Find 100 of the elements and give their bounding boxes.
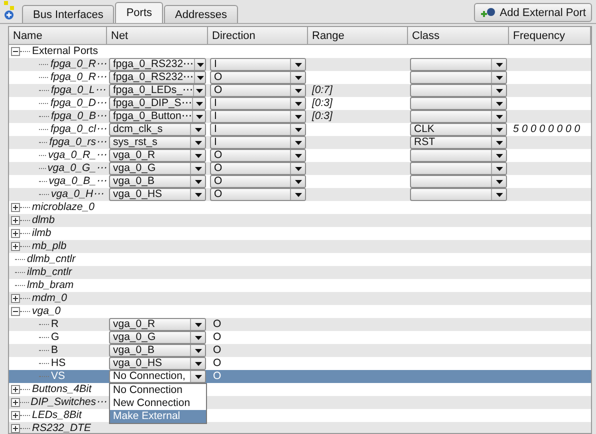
direction-dropdown[interactable]: I xyxy=(210,123,306,136)
class-dropdown[interactable] xyxy=(410,175,507,188)
direction-dropdown[interactable]: O xyxy=(210,188,306,201)
class-dropdown[interactable] xyxy=(410,110,507,123)
net-dropdown[interactable]: vga_0_R xyxy=(109,318,206,331)
dropdown-arrow-icon xyxy=(194,348,202,352)
class-dropdown[interactable] xyxy=(410,162,507,175)
tree-item-label: fpga_0_rs⋯ xyxy=(49,136,107,149)
net-dropdown[interactable]: vga_0_HS xyxy=(109,357,206,370)
dropdown-arrow-icon xyxy=(196,88,204,92)
dropdown-arrow-icon xyxy=(194,322,202,326)
direction-dropdown[interactable]: O xyxy=(210,71,306,84)
class-dropdown[interactable] xyxy=(410,97,507,110)
net-dropdown[interactable]: vga_0_B xyxy=(109,344,206,357)
collapse-icon[interactable] xyxy=(11,47,20,56)
direction-text: O xyxy=(212,370,222,383)
tree-item-label: fpga_0_L⋯ xyxy=(51,84,106,97)
table-row[interactable]: vga_0_H⋯ vga_0_HS O xyxy=(9,188,591,201)
class-dropdown[interactable]: CLK xyxy=(410,123,507,136)
dropdown-arrow-icon xyxy=(294,192,302,196)
dropdown-arrow-icon xyxy=(294,102,302,106)
tree-item-label: microblaze_0 xyxy=(32,201,94,214)
expand-icon[interactable] xyxy=(11,424,20,433)
table-row[interactable]: mdm_0 xyxy=(9,292,591,305)
table-row[interactable]: B vga_0_B O xyxy=(9,344,591,357)
class-dropdown[interactable]: RST xyxy=(410,136,507,149)
direction-dropdown[interactable]: O xyxy=(210,175,306,188)
dropdown-arrow-icon xyxy=(194,362,202,366)
net-dropdown[interactable]: vga_0_HS xyxy=(109,188,206,201)
column-header[interactable]: Name xyxy=(9,27,107,45)
expand-icon[interactable] xyxy=(11,216,20,225)
net-dropdown[interactable]: vga_0_B xyxy=(109,175,206,188)
column-header[interactable]: Direction xyxy=(208,27,308,45)
net-dropdown[interactable]: vga_0_R xyxy=(109,149,206,162)
column-header[interactable]: Range xyxy=(308,27,408,45)
expand-icon[interactable] xyxy=(11,398,20,407)
tree-item-label: fpga_0_D⋯ xyxy=(50,97,107,110)
table-row[interactable]: RS232_DTE xyxy=(9,422,591,433)
expand-icon[interactable] xyxy=(11,294,20,303)
table-row[interactable]: fpga_0_L⋯ fpga_0_LEDs_⋯ O [0:7] xyxy=(9,84,591,97)
direction-dropdown[interactable]: I xyxy=(210,110,306,123)
dropdown-arrow-icon xyxy=(496,114,502,118)
direction-dropdown[interactable]: O xyxy=(210,162,306,175)
net-dropdown[interactable]: No Connection, xyxy=(109,370,206,383)
direction-dropdown[interactable]: I xyxy=(210,58,306,71)
direction-dropdown[interactable]: O xyxy=(210,149,306,162)
table-row[interactable]: fpga_0_R⋯ fpga_0_RS232⋯ I xyxy=(9,58,591,71)
tab[interactable]: Addresses xyxy=(164,5,238,23)
expand-icon[interactable] xyxy=(11,203,20,212)
direction-text: O xyxy=(212,331,222,344)
add-external-port-button[interactable]: Add External Port xyxy=(474,3,592,22)
class-dropdown[interactable] xyxy=(410,149,507,162)
net-dropdown[interactable]: vga_0_G xyxy=(109,331,206,344)
net-dropdown[interactable]: fpga_0_LEDs_⋯ xyxy=(109,84,206,97)
collapse-icon[interactable] xyxy=(11,307,20,316)
net-dropdown[interactable]: fpga_0_Button⋯ xyxy=(109,110,206,123)
table-row[interactable]: fpga_0_rs⋯ sys_rst_s I RST xyxy=(9,136,591,149)
expand-icon[interactable] xyxy=(11,242,20,251)
direction-dropdown[interactable]: O xyxy=(210,84,306,97)
tree-item-label: vga_0_B_⋯ xyxy=(48,175,107,188)
direction-dropdown[interactable]: I xyxy=(210,97,306,110)
dropdown-arrow-icon xyxy=(294,76,302,80)
net-dropdown[interactable]: fpga_0_RS232⋯ xyxy=(109,71,206,84)
table-row[interactable]: mb_plb xyxy=(9,240,591,253)
net-dropdown[interactable]: vga_0_G xyxy=(109,162,206,175)
class-dropdown[interactable] xyxy=(410,58,507,71)
class-dropdown[interactable] xyxy=(410,188,507,201)
class-dropdown[interactable] xyxy=(410,71,507,84)
net-dropdown[interactable]: dcm_clk_s xyxy=(109,123,206,136)
table-row[interactable]: dlmb xyxy=(9,214,591,227)
net-dropdown[interactable]: fpga_0_RS232⋯ xyxy=(109,58,206,71)
dropdown-arrow-icon xyxy=(294,166,302,170)
table-row[interactable]: R vga_0_R O xyxy=(9,318,591,331)
component-icon xyxy=(2,0,16,20)
tree-item-label: B xyxy=(51,344,58,357)
net-dropdown[interactable]: fpga_0_DIP_S⋯ xyxy=(109,97,206,110)
table-row[interactable]: fpga_0_B⋯ fpga_0_Button⋯ I [0:3] xyxy=(9,110,591,123)
column-header[interactable]: Class xyxy=(408,27,509,45)
dropdown-arrow-icon xyxy=(196,102,203,106)
direction-dropdown[interactable]: I xyxy=(210,136,306,149)
column-header[interactable]: Net xyxy=(107,27,208,45)
table-row[interactable]: vga_0_G_⋯ vga_0_G O xyxy=(9,162,591,175)
table-row[interactable]: ilmb_cntlr xyxy=(9,266,591,279)
tree-item-label: Buttons_4Bit xyxy=(32,383,92,396)
dropdown-arrow-icon xyxy=(194,180,202,184)
tree-item-label: vga_0_H⋯ xyxy=(51,188,104,201)
expand-icon[interactable] xyxy=(11,229,20,238)
class-dropdown[interactable] xyxy=(410,84,507,97)
expand-icon[interactable] xyxy=(11,411,20,420)
range-text: [0:3] xyxy=(310,97,332,110)
dropdown-arrow-icon xyxy=(194,154,202,158)
tree-item-label: fpga_0_B⋯ xyxy=(51,110,107,123)
dropdown-arrow-icon xyxy=(496,180,502,184)
tab[interactable]: Ports xyxy=(115,2,164,23)
net-dropdown[interactable]: sys_rst_s xyxy=(109,136,206,149)
expand-icon[interactable] xyxy=(11,385,20,394)
tab[interactable]: Bus Interfaces xyxy=(22,5,114,23)
column-header[interactable]: Frequency xyxy=(509,27,591,45)
tree-item-label: External Ports xyxy=(32,45,98,58)
dropdown-arrow-icon xyxy=(294,114,302,118)
